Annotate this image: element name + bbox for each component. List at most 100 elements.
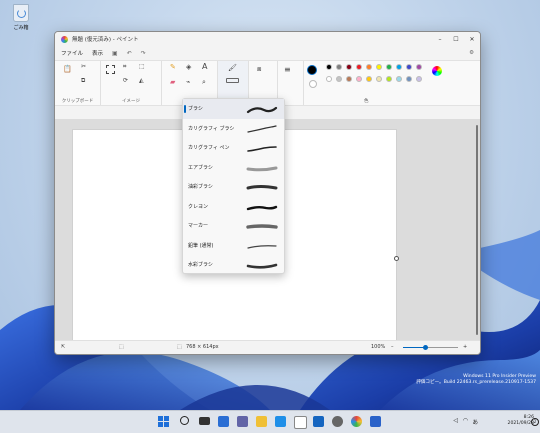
vertical-scrollbar[interactable]: [476, 125, 478, 335]
minimize-button[interactable]: –: [432, 36, 448, 43]
crop-icon[interactable]: ⌗: [123, 63, 126, 71]
menu-bar: ファイル 表示 ▣ ↶ ↷ ⚙: [55, 46, 480, 60]
color-picker-icon[interactable]: ⌁: [186, 78, 190, 86]
widgets-icon[interactable]: [218, 416, 229, 427]
menu-view[interactable]: 表示: [92, 49, 103, 57]
window-title: 無題 (復元済み) - ペイント: [72, 37, 139, 43]
resize-handle[interactable]: [394, 256, 399, 261]
palette-swatch[interactable]: [326, 64, 332, 70]
paint-app-icon: [61, 35, 68, 43]
recycle-bin-icon[interactable]: ごみ箱: [9, 4, 33, 31]
brush-menu-item[interactable]: 鉛筆 (通常): [183, 236, 284, 256]
title-bar[interactable]: 無題 (復元済み) - ペイント – ☐ ✕: [55, 32, 480, 46]
shapes-icon[interactable]: ⧈: [257, 65, 261, 73]
redo-icon[interactable]: ↷: [141, 50, 146, 57]
image-group: ⌗ ⬚ ⟳ ◭ イメージ: [101, 61, 162, 105]
start-icon[interactable]: [158, 416, 169, 427]
taskbar: 8:26 2021/09/28 あ ◠ ◁ 2: [0, 410, 540, 433]
edge-icon[interactable]: [275, 416, 286, 427]
magnifier-icon[interactable]: ⌕: [202, 78, 206, 86]
palette-swatch[interactable]: [406, 64, 412, 70]
palette-swatch[interactable]: [336, 64, 342, 70]
mail-icon[interactable]: [313, 416, 324, 427]
brush-menu-item[interactable]: ブラシ: [183, 99, 284, 119]
store-icon[interactable]: [294, 416, 307, 429]
recycle-bin-glyph: [13, 4, 29, 22]
palette-swatch[interactable]: [326, 76, 332, 82]
file-explorer-icon[interactable]: [256, 416, 267, 427]
settings-icon[interactable]: ⚙: [469, 50, 474, 56]
rotate-icon[interactable]: ⟳: [123, 77, 128, 85]
flip-icon[interactable]: ◭: [139, 77, 144, 85]
brush-menu-item-label: ブラシ: [188, 106, 203, 113]
cut-icon[interactable]: ✂: [81, 63, 86, 71]
zoom-in-button[interactable]: +: [463, 344, 467, 350]
brush-menu-item[interactable]: クレヨン: [183, 197, 284, 217]
close-button[interactable]: ✕: [464, 36, 480, 43]
palette-swatch[interactable]: [346, 64, 352, 70]
brush-menu-item-label: クレヨン: [188, 203, 209, 210]
search-icon[interactable]: [180, 416, 189, 425]
palette-swatch[interactable]: [376, 64, 382, 70]
palette-swatch[interactable]: [416, 64, 422, 70]
zoom-slider-thumb[interactable]: [423, 345, 428, 350]
resize-icon[interactable]: ⬚: [139, 63, 145, 71]
select-icon[interactable]: [106, 65, 115, 74]
selection-size-icon: ⬚: [119, 344, 124, 350]
brush-menu-item[interactable]: カリグラフィ ブラシ: [183, 119, 284, 139]
zoom-slider-fill: [403, 347, 425, 348]
brush-menu-item-label: 油彩ブラシ: [188, 184, 213, 191]
brush-menu-item[interactable]: マーカー: [183, 216, 284, 236]
paste-icon[interactable]: 📋: [63, 65, 72, 73]
eraser-icon[interactable]: ▰: [170, 78, 175, 86]
palette-swatch[interactable]: [366, 76, 372, 82]
brush-menu-item[interactable]: エアブラシ: [183, 158, 284, 178]
brush-menu-item-label: カリグラフィ ブラシ: [188, 125, 235, 132]
clipboard-group: 📋 ✂ ⧉ クリップボード: [55, 61, 101, 105]
notification-badge[interactable]: 2: [531, 418, 539, 426]
task-view-icon[interactable]: [199, 417, 210, 425]
brush-stroke-preview-icon: [246, 205, 278, 210]
zoom-out-button[interactable]: –: [391, 344, 394, 350]
wifi-icon[interactable]: ◠: [463, 417, 468, 424]
app-icon[interactable]: [370, 416, 381, 427]
palette-swatch[interactable]: [356, 64, 362, 70]
canvas-size: 768 × 614px: [186, 344, 219, 350]
paint-taskbar-icon[interactable]: [351, 416, 362, 427]
size-icon[interactable]: ≡: [284, 66, 291, 74]
zoom-level[interactable]: 100%: [371, 344, 385, 350]
palette-swatch[interactable]: [336, 76, 342, 82]
palette-swatch[interactable]: [416, 76, 422, 82]
settings-app-icon[interactable]: [332, 416, 343, 427]
ime-indicator[interactable]: あ: [472, 418, 478, 426]
menu-file[interactable]: ファイル: [61, 49, 83, 57]
palette-swatch[interactable]: [406, 76, 412, 82]
maximize-button[interactable]: ☐: [448, 36, 464, 43]
save-icon[interactable]: ▣: [112, 50, 118, 57]
palette-swatch[interactable]: [386, 64, 392, 70]
text-icon[interactable]: A: [202, 63, 207, 71]
brush-menu-item-label: マーカー: [188, 223, 209, 230]
edit-colors-icon[interactable]: [432, 66, 442, 76]
brush-stroke-preview-icon: [247, 244, 277, 249]
palette-swatch[interactable]: [386, 76, 392, 82]
chat-icon[interactable]: [237, 416, 248, 427]
copy-icon[interactable]: ⧉: [81, 77, 85, 85]
color2-swatch[interactable]: [309, 80, 317, 88]
brush-menu-item[interactable]: 水彩ブラシ: [183, 255, 284, 275]
volume-icon[interactable]: ◁: [453, 417, 458, 424]
color1-swatch[interactable]: [307, 65, 317, 75]
fill-icon[interactable]: ◈: [186, 63, 191, 71]
palette-swatch[interactable]: [396, 76, 402, 82]
palette-swatch[interactable]: [366, 64, 372, 70]
pencil-icon[interactable]: ✎: [170, 63, 176, 71]
brush-menu-item[interactable]: 油彩ブラシ: [183, 177, 284, 197]
palette-swatch[interactable]: [396, 64, 402, 70]
recycle-bin-label: ごみ箱: [13, 25, 29, 31]
palette-swatch[interactable]: [376, 76, 382, 82]
brush-menu-item[interactable]: カリグラフィ ペン: [183, 138, 284, 158]
palette-swatch[interactable]: [346, 76, 352, 82]
palette-swatch[interactable]: [356, 76, 362, 82]
cursor-position-icon: ⇱: [61, 344, 66, 350]
undo-icon[interactable]: ↶: [127, 50, 132, 57]
